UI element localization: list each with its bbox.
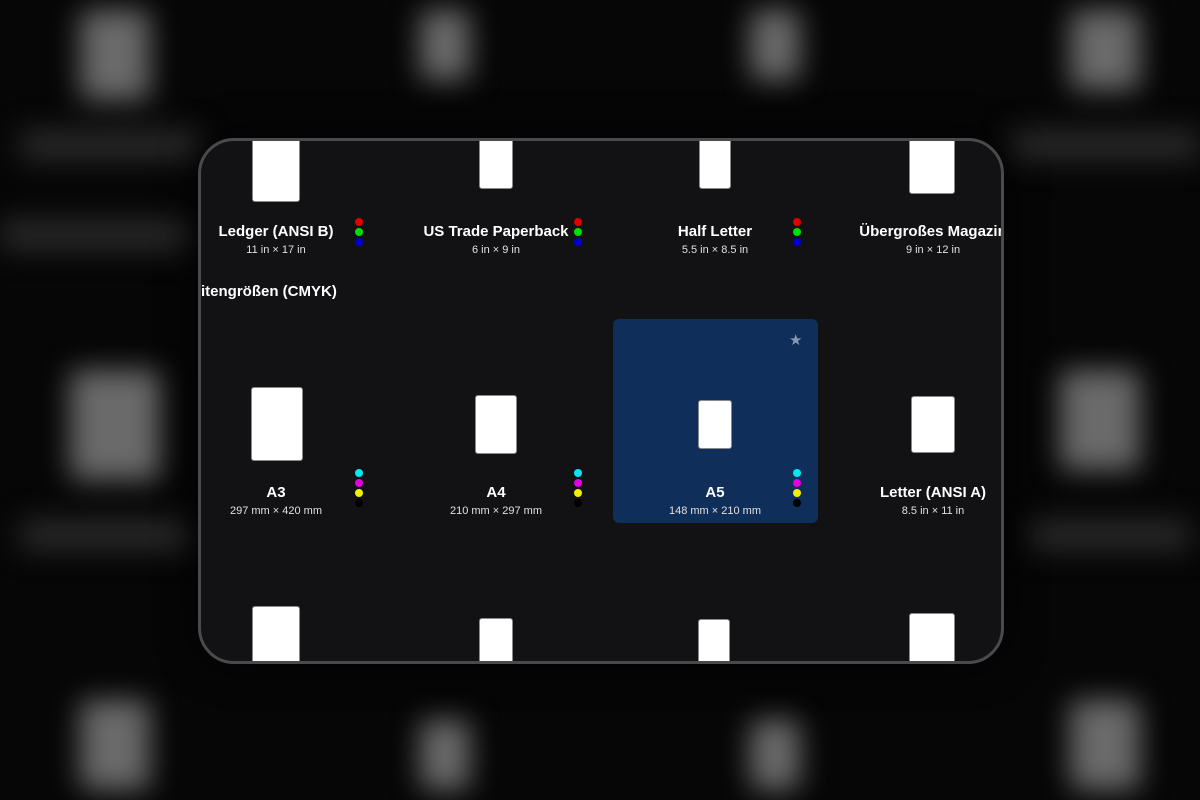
page-preview-icon [909,141,955,194]
page-preview-icon [909,613,955,661]
paper-item[interactable]: A4 210 mm × 297 mm [420,319,624,523]
page-preview-icon [911,396,955,453]
cmyk-color-indicator [793,469,803,509]
paper-name: Half Letter [677,223,753,240]
paper-item[interactable]: A3 297 mm × 420 mm [201,319,405,523]
color-dot [793,469,801,477]
cmyk-color-indicator [355,469,365,509]
color-dot [355,489,363,497]
color-dot [355,218,363,226]
paper-item[interactable]: Letter (ANSI A) 8.5 in × 11 in [858,319,1001,523]
color-dot [793,479,801,487]
paper-item[interactable]: Übergroßes Magazin 9 in × 12 in [858,141,1001,271]
page-preview-icon [479,618,513,661]
color-dot [574,489,582,497]
paper-dimensions: 8.5 in × 11 in [901,505,965,517]
color-dot [793,499,801,507]
page-preview-icon [252,141,300,202]
page-preview-icon [698,400,732,449]
color-dot [355,469,363,477]
color-dot [574,228,582,236]
page-preview-icon [252,606,300,661]
rgb-color-indicator [574,218,584,248]
paper-item[interactable]: Half Letter 5.5 in × 8.5 in [639,141,843,271]
color-dot [793,228,801,236]
color-dot [574,469,582,477]
color-dot [574,479,582,487]
paper-name: A5 [705,484,725,501]
cmyk-color-indicator [574,469,584,509]
paper-item[interactable]: Ledger (ANSI B) 11 in × 17 in [201,141,405,271]
paper-dimensions: 210 mm × 297 mm [449,505,542,517]
page-preview-icon [699,141,731,189]
color-dot [793,218,801,226]
page-preview-icon [698,619,730,661]
color-dot [355,238,363,246]
paper-name: Ledger (ANSI B) [218,223,334,240]
paper-dimensions: 148 mm × 210 mm [668,505,761,517]
section-title: itengrößen (CMYK) [201,283,337,300]
paper-dimensions: 5.5 in × 8.5 in [681,244,749,256]
paper-name: US Trade Paperback [423,223,569,240]
color-dot [355,228,363,236]
paper-name: A4 [486,484,506,501]
paper-dimensions: 9 in × 12 in [905,244,961,256]
paper-dimensions: 6 in × 9 in [471,244,520,256]
color-dot [793,489,801,497]
color-dot [574,218,582,226]
color-dot [355,499,363,507]
rgb-color-indicator [793,218,803,248]
page-preview-icon [251,387,303,461]
page-preview-icon [479,141,513,189]
paper-size-panel: Ledger (ANSI B) 11 in × 17 in US Trade P… [198,138,1004,664]
page-preview-icon [475,395,517,454]
paper-name: Letter (ANSI A) [879,484,987,501]
paper-name: Übergroßes Magazin [859,223,1004,240]
color-dot [574,238,582,246]
paper-item[interactable]: US Trade Paperback 6 in × 9 in [420,141,624,271]
rgb-color-indicator [355,218,365,248]
color-dot [355,479,363,487]
paper-dimensions: 11 in × 17 in [246,244,306,256]
paper-dimensions: 297 mm × 420 mm [229,505,322,517]
color-dot [793,238,801,246]
color-dot [574,499,582,507]
paper-item-selected[interactable]: A5 148 mm × 210 mm [639,319,843,523]
paper-name: A3 [266,484,286,501]
